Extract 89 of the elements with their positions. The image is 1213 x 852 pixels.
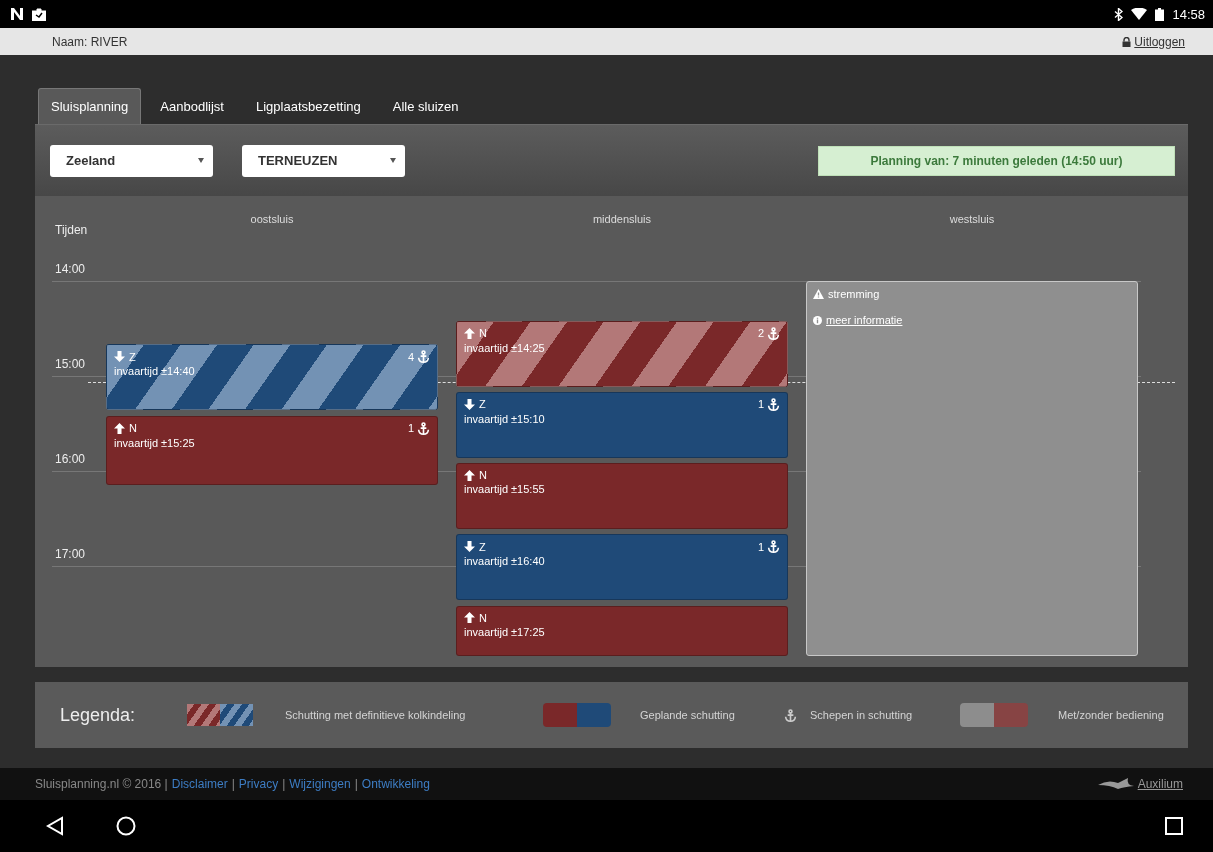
ship-count: 1 [757,398,764,411]
footer-text: Sluisplanning.nl © 2016 | [35,777,168,791]
anchor-icon [767,326,780,340]
lockage-block[interactable]: Z 1 invaartijd ±16:40 [456,534,788,601]
time-label: 15:00 [55,357,86,371]
entry-time: invaartijd ±15:10 [464,412,546,425]
legend-title: Legenda: [60,704,137,726]
time-label: 16:00 [55,452,86,466]
time-label: 14:00 [55,262,86,276]
bluetooth-icon [1114,7,1124,21]
entry-time: invaartijd ±14:40 [114,365,196,378]
lockage-block[interactable]: Z 1 invaartijd ±15:10 [456,391,788,458]
anchor-icon [417,421,430,435]
battery-icon [1155,7,1165,21]
striped-swatch [187,704,253,726]
tab[interactable]: Sluisplanning [38,88,142,124]
entry-time: invaartijd ±14:25 [464,341,546,354]
anchor-icon [417,350,430,364]
info-icon [813,315,822,325]
arrow-up-icon [464,327,475,339]
times-heading: Tijden [55,223,88,237]
legend-label: Geplande schutting [640,709,736,721]
ship-count: 1 [757,540,764,553]
legend-label: Met/zonder bediening [1058,709,1165,721]
time-label: 17:00 [55,547,86,561]
clock-time: 14:58 [1172,6,1205,22]
lockage-block[interactable]: N invaartijd ±15:55 [456,463,788,530]
brand-name: Auxilium [1137,777,1183,791]
lockage-block[interactable]: N 1 invaartijd ±15:25 [106,415,438,485]
arrow-down-icon [464,398,475,410]
lockage-block[interactable]: N 2 invaartijd ±14:25 [456,320,788,387]
entry-time: invaartijd ±16:40 [464,555,546,568]
direction-label: N [479,611,487,624]
entry-time: invaartijd ±15:25 [114,436,196,449]
footer-link[interactable]: Ontwikkeling [361,777,430,791]
direction-label: N [129,422,137,435]
arrow-up-icon [464,612,475,624]
home-icon[interactable] [116,816,136,836]
lock-name: middensluis [591,213,653,225]
back-icon[interactable] [46,816,64,836]
obstruction-title: stremming [828,288,880,300]
user-name: Naam: RIVER [52,34,128,49]
caret-icon [390,158,396,163]
bird-logo-icon [1097,777,1134,791]
service-swatch [960,703,1028,727]
tab[interactable]: Aanbodlijst [147,88,237,124]
tab[interactable]: Ligplaatsbezetting [242,88,374,124]
anchor-icon [767,540,780,554]
lock-name: oostsluis [249,213,295,225]
caret-icon [198,158,204,163]
legend-label: Schepen in schutting [810,709,914,721]
planning-notice: Planning van: 7 minuten geleden (14:50 uur) [818,145,1175,176]
warning-icon [813,289,824,299]
footer-text: | [231,777,235,791]
footer-text: | [282,777,286,791]
anchor-icon [784,708,797,722]
legend-label: Schutting met definitieve kolkindeling [285,709,467,721]
direction-label: Z [129,350,136,363]
direction-label: N [479,327,487,340]
arrow-up-icon [114,422,125,434]
footer-link[interactable]: Wijzigingen [289,777,351,791]
ship-count: 2 [757,327,764,340]
footer-text: | [354,777,358,791]
tab[interactable]: Alle sluizen [379,88,472,124]
entry-time: invaartijd ±15:55 [464,483,546,496]
arrow-down-icon [464,541,475,553]
arrow-up-icon [464,469,475,481]
region-select[interactable]: Zeeland [50,144,213,177]
arrow-down-icon [114,351,125,363]
ship-count: 4 [407,350,414,363]
direction-label: Z [479,540,486,553]
lockage-block[interactable]: N invaartijd ±17:25 [456,605,788,656]
notification-icon [10,8,24,20]
lockage-block[interactable]: Z 4 invaartijd ±14:40 [106,344,438,411]
footer-link[interactable]: Disclaimer [171,777,228,791]
lock-icon [1122,36,1132,47]
footer-link[interactable]: Privacy [238,777,279,791]
direction-label: Z [479,398,486,411]
entry-time: invaartijd ±17:25 [464,625,546,638]
direction-label: N [479,469,487,482]
logout-link[interactable]: Uitloggen [1122,34,1185,49]
ship-count: 1 [407,422,414,435]
wifi-icon [1131,8,1148,20]
briefcase-icon [32,7,46,21]
color-swatch [543,703,611,727]
anchor-icon [767,397,780,411]
lock-name: westsluis [948,213,996,225]
lock-select[interactable]: TERNEUZEN [242,144,405,177]
recent-apps-icon[interactable] [1165,817,1183,835]
